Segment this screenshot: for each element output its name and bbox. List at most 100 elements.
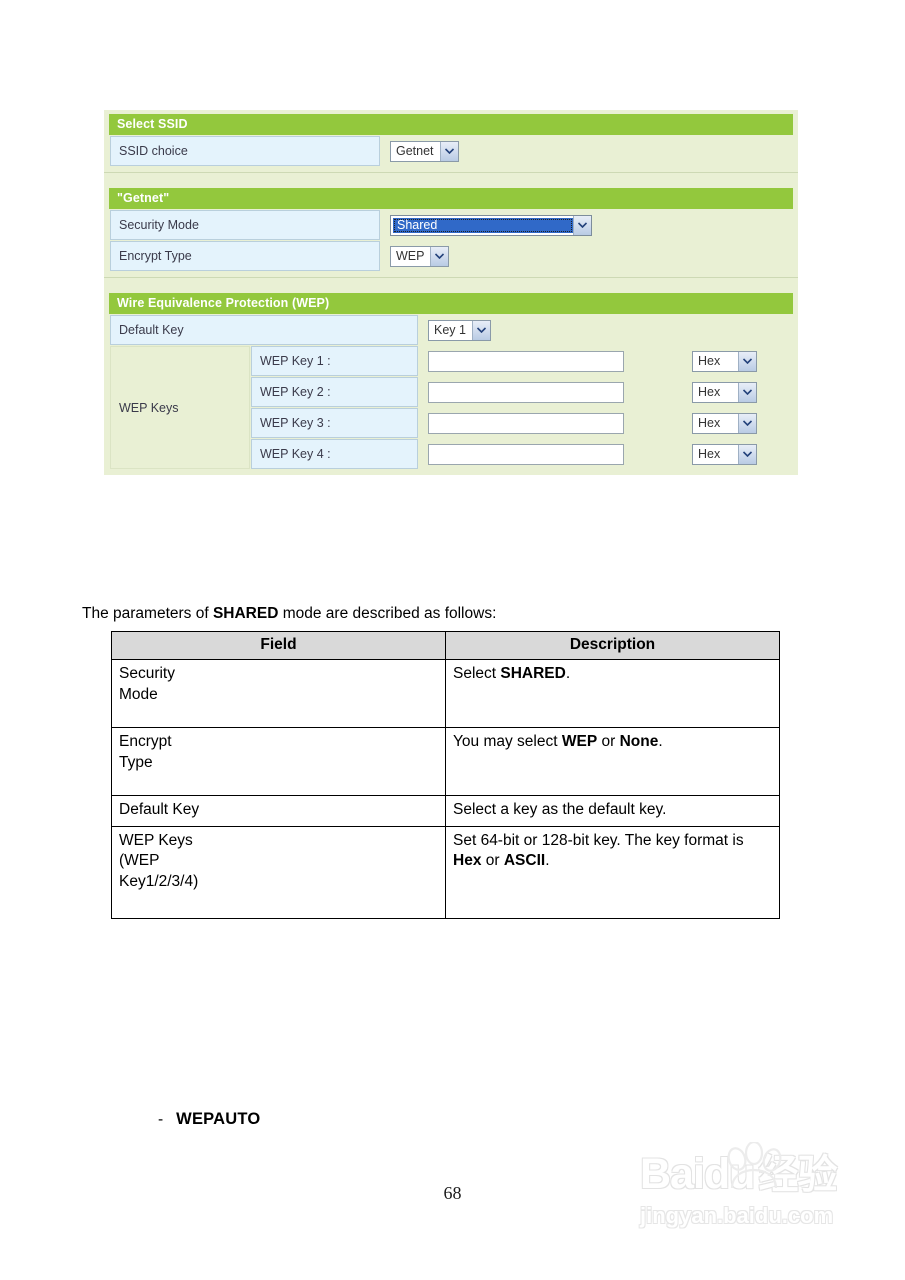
description-text: You may select: [453, 733, 562, 751]
chevron-down-icon: [738, 382, 756, 402]
cell-wep-key-2-input: [419, 377, 682, 407]
wep-key-4-input[interactable]: [428, 443, 624, 465]
table-row: Default Key Select a key as the default k…: [111, 795, 780, 827]
label-wep-keys: WEP Keys: [110, 346, 250, 469]
wep-table: Default Key Key 1 WEP Keys WEP Key 1 : H…: [109, 314, 793, 470]
label-wep-key-2: WEP Key 2 :: [251, 377, 418, 407]
cell-wep-key-3-input: [419, 408, 682, 438]
description-keyword: None: [619, 733, 659, 751]
cell-default-key-control: Key 1: [419, 315, 792, 345]
security-mode-select[interactable]: Shared: [390, 214, 592, 236]
wep-key-1-input[interactable]: [428, 350, 624, 372]
encrypt-type-select[interactable]: WEP: [390, 245, 450, 267]
ssid-choice-select-value: Getnet: [396, 143, 434, 158]
wep-key-4-format-value: Hex: [698, 446, 721, 461]
intro-prefix: The parameters of: [82, 605, 213, 622]
chevron-down-icon: [573, 215, 591, 235]
table-row: Default Key Key 1: [110, 315, 792, 345]
panel-title-getnet: "Getnet": [109, 188, 793, 209]
encrypt-type-select-value: WEP: [396, 248, 425, 263]
cell-security-mode-control: Shared: [381, 210, 792, 240]
description-keyword: SHARED: [500, 665, 566, 683]
chevron-down-icon: [430, 246, 449, 266]
cell-field: Security Mode: [111, 659, 446, 729]
table-header-row: Field Description: [111, 630, 780, 661]
bullet-label: WEPAUTO: [176, 1110, 261, 1128]
cell-ssid-choice-control: Getnet: [381, 136, 792, 166]
description-text: Select a key as the default key.: [453, 801, 667, 819]
description-text: or: [481, 852, 504, 870]
table-body: Security Mode Select SHARED. Encrypt Type You…: [111, 659, 780, 919]
cell-wep-key-4-input: [419, 439, 682, 469]
chevron-down-icon: [738, 444, 756, 464]
panel-wep: Wire Equivalence Protection (WEP) Defaul…: [104, 289, 798, 475]
table-row: WEP Keys (WEP Key1/2/3/4) Set 64-bit or 128…: [111, 825, 780, 919]
description-text: Select: [453, 665, 501, 683]
panel-separator-2: [104, 277, 798, 289]
description-keyword: WEP: [561, 733, 598, 751]
panel-title-select-ssid: Select SSID: [109, 114, 793, 135]
cell-wep-key-2-format: Hex: [683, 377, 792, 407]
watermark-subtext: jingyan.baidu.com: [640, 1203, 834, 1228]
intro-suffix: mode are described as follows:: [278, 605, 497, 622]
cell-wep-key-3-format: Hex: [683, 408, 792, 438]
table-row: Encrypt Type You may select WEP or None.: [111, 727, 780, 797]
security-mode-select-value: Shared: [393, 217, 573, 233]
cell-wep-key-1-input: [419, 346, 682, 376]
wep-key-2-input[interactable]: [428, 381, 624, 403]
panel-getnet: "Getnet" Security Mode Shared Encrypt Ty…: [104, 184, 798, 277]
router-config-screenshot: Select SSID SSID choice Getnet "Getnet" …: [104, 110, 798, 475]
table-row: WEP Keys WEP Key 1 : Hex: [110, 346, 792, 469]
wep-key-1-format-value: Hex: [698, 353, 721, 368]
cell-wep-key-1-format: Hex: [683, 346, 792, 376]
parameters-description-table: Field Description Security Mode Select SHA…: [111, 630, 780, 919]
chevron-down-icon: [738, 351, 756, 371]
chevron-down-icon: [439, 141, 458, 161]
select-ssid-table: SSID choice Getnet: [109, 135, 793, 167]
intro-paragraph: The parameters of SHARED mode are descri…: [82, 605, 496, 623]
description-keyword: ASCII: [503, 852, 546, 870]
cell-description: Select a key as the default key.: [445, 795, 780, 827]
column-header-description: Description: [445, 630, 780, 661]
description-keyword: Hex: [453, 852, 482, 870]
cell-encrypt-type-control: WEP: [381, 241, 792, 271]
description-text: .: [658, 733, 663, 751]
wep-key-2-format-value: Hex: [698, 384, 721, 399]
label-default-key: Default Key: [110, 315, 418, 345]
default-key-select[interactable]: Key 1: [428, 319, 491, 341]
panel-title-wep: Wire Equivalence Protection (WEP): [109, 293, 793, 314]
description-text: or: [597, 733, 620, 751]
cell-wep-key-4-format: Hex: [683, 439, 792, 469]
wep-key-3-input[interactable]: [428, 412, 624, 434]
chevron-down-icon: [471, 320, 490, 340]
panel-separator-1: [104, 172, 798, 184]
table-row: Encrypt Type WEP: [110, 241, 792, 271]
wep-key-4-format-select[interactable]: Hex: [692, 443, 757, 465]
label-encrypt-type: Encrypt Type: [110, 241, 380, 271]
label-ssid-choice: SSID choice: [110, 136, 380, 166]
ssid-choice-select[interactable]: Getnet: [390, 140, 459, 162]
cell-field: Default Key: [111, 795, 446, 827]
default-key-select-value: Key 1: [434, 322, 466, 337]
label-wep-key-1: WEP Key 1 :: [251, 346, 418, 376]
bullet-dash: -: [158, 1111, 164, 1128]
wep-key-3-format-value: Hex: [698, 415, 721, 430]
description-text: .: [565, 665, 571, 683]
label-wep-key-3: WEP Key 3 :: [251, 408, 418, 438]
cell-field: Encrypt Type: [111, 727, 446, 797]
page-number: 68: [443, 1183, 462, 1203]
panel-select-ssid: Select SSID SSID choice Getnet: [104, 110, 798, 172]
getnet-security-table: Security Mode Shared Encrypt Type WEP: [109, 209, 793, 272]
column-header-field: Field: [111, 630, 446, 661]
description-text: .: [545, 852, 550, 870]
wep-key-3-format-select[interactable]: Hex: [692, 412, 757, 434]
label-wep-key-4: WEP Key 4 :: [251, 439, 418, 469]
cell-field: WEP Keys (WEP Key1/2/3/4): [111, 825, 446, 919]
wep-key-1-format-select[interactable]: Hex: [692, 350, 757, 372]
description-text: Set 64-bit or 128-bit key. The key forma…: [453, 831, 744, 849]
label-security-mode: Security Mode: [110, 210, 380, 240]
table-row: SSID choice Getnet: [110, 136, 792, 166]
chevron-down-icon: [738, 413, 756, 433]
cell-description: You may select WEP or None.: [445, 727, 780, 797]
wep-key-2-format-select[interactable]: Hex: [692, 381, 757, 403]
